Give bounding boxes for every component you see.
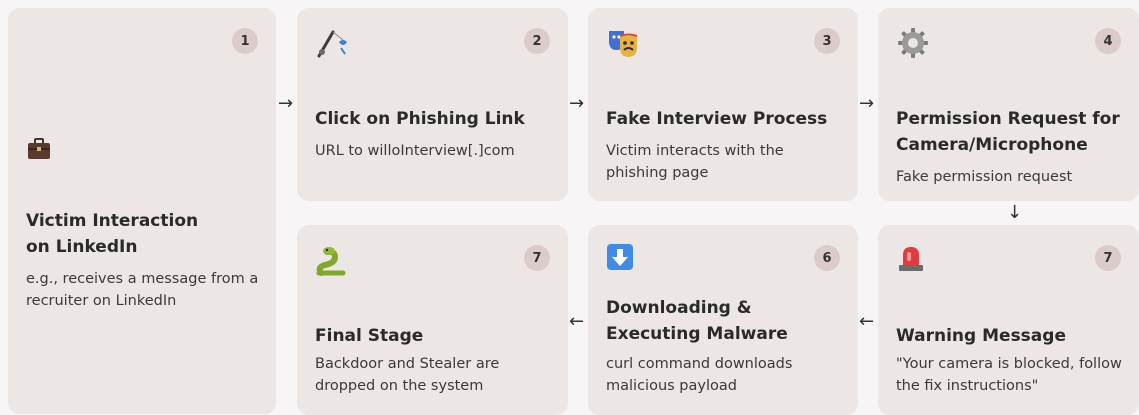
arrow-left-2: ←: [569, 311, 585, 332]
step-title: Fake Interview Process: [606, 109, 828, 129]
step-number-badge: 7: [524, 245, 550, 271]
step-card-6: 6 Downloading & Executing Malware curl c…: [588, 225, 858, 415]
down-arrow-icon: [606, 243, 634, 275]
step-description: URL to willoInterview[.]com: [315, 143, 515, 159]
gear-icon: [896, 26, 930, 64]
step-title: Final Stage: [315, 326, 424, 346]
performing-arts-masks-icon: [606, 26, 640, 64]
arrow-down: ↓: [1007, 202, 1023, 223]
step-title: Permission Request for Camera/Microphone: [896, 109, 1120, 155]
snake-icon: [315, 243, 349, 281]
arrow-left-1: ←: [859, 311, 875, 332]
step-card-7: 7 Final Stage Backdoor and Stealer are d…: [297, 225, 568, 415]
arrow-right-3: →: [859, 93, 875, 114]
step-title: Victim Interaction on LinkedIn: [26, 211, 199, 257]
step-number-badge: 1: [232, 28, 258, 54]
arrow-right-2: →: [569, 93, 585, 114]
step-title: Warning Message: [896, 326, 1066, 346]
step-description: "Your camera is blocked, follow the fix …: [896, 356, 1122, 394]
step-number-badge: 2: [524, 28, 550, 54]
step-card-5: 7 Warning Message "Your camera is blocke…: [878, 225, 1139, 415]
siren-icon: [896, 243, 926, 277]
step-card-3: 3 Fake Interview Process Victim interact…: [588, 8, 858, 201]
step-description: Fake permission request: [896, 169, 1073, 185]
briefcase-icon: [26, 136, 52, 166]
step-description: Victim interacts with the phishing page: [606, 143, 784, 181]
step-title: Click on Phishing Link: [315, 109, 525, 129]
step-number-badge: 3: [814, 28, 840, 54]
step-number-badge: 7: [1095, 245, 1121, 271]
step-description: e.g., receives a message from a recruite…: [26, 271, 259, 309]
step-number-badge: 4: [1095, 28, 1121, 54]
arrow-right-1: →: [278, 93, 294, 114]
step-card-4: 4 Permission Request for Camera/Micropho…: [878, 8, 1139, 201]
step-title: Downloading & Executing Malware: [606, 298, 788, 344]
step-description: Backdoor and Stealer are dropped on the …: [315, 356, 500, 394]
step-card-1: 1 Victim Interaction on LinkedIn e.g., r…: [8, 8, 276, 414]
step-description: curl command downloads malicious payload: [606, 356, 793, 394]
step-number-badge: 6: [814, 245, 840, 271]
fishing-pole-icon: [315, 26, 349, 64]
step-card-2: 2 Click on Phishing Link URL to willoInt…: [297, 8, 568, 201]
